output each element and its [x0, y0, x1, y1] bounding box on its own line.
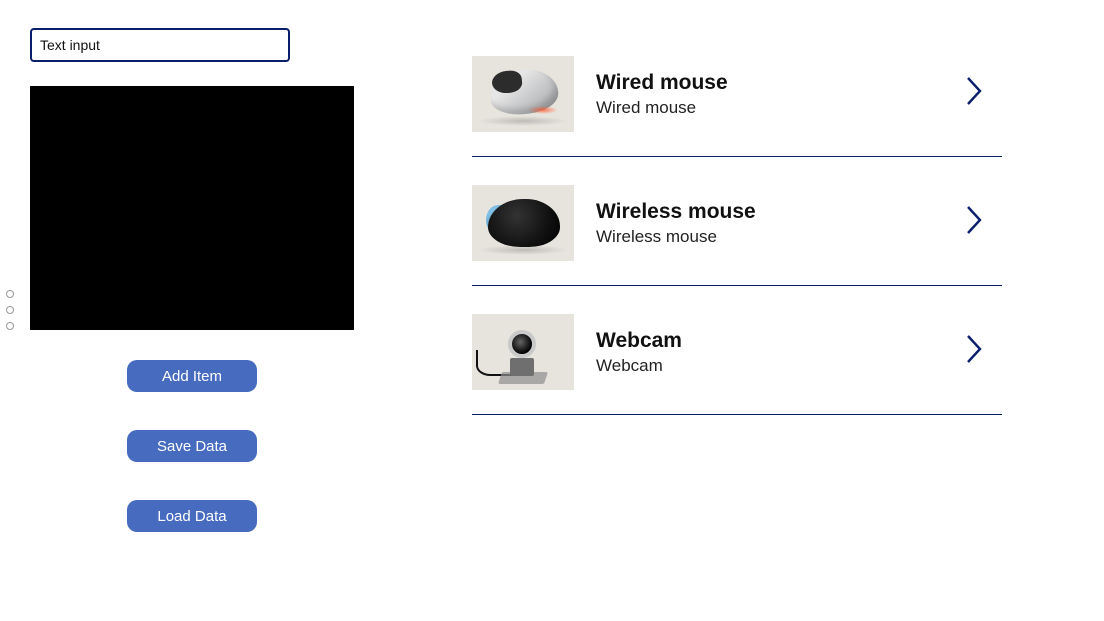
webcam-thumb — [472, 314, 574, 390]
page-dot[interactable] — [6, 290, 14, 298]
item-subtitle: Webcam — [596, 356, 1002, 376]
preview-image — [30, 86, 354, 330]
list-item[interactable]: Webcam Webcam — [472, 314, 1002, 415]
list-item[interactable]: Wired mouse Wired mouse — [472, 56, 1002, 157]
chevron-right-icon — [964, 332, 986, 371]
item-title: Wireless mouse — [596, 199, 1002, 225]
page-dot[interactable] — [6, 306, 14, 314]
item-subtitle: Wireless mouse — [596, 227, 1002, 247]
item-list: Wired mouse Wired mouse Wireless mouse W… — [472, 56, 1002, 443]
button-stack: Add Item Save Data Load Data — [30, 360, 354, 532]
chevron-right-icon — [964, 203, 986, 242]
wired-mouse-thumb — [472, 56, 574, 132]
list-item[interactable]: Wireless mouse Wireless mouse — [472, 185, 1002, 286]
chevron-right-icon — [964, 74, 986, 113]
item-text: Wired mouse Wired mouse — [596, 70, 1002, 118]
add-item-button[interactable]: Add Item — [127, 360, 257, 392]
load-data-button[interactable]: Load Data — [127, 500, 257, 532]
item-subtitle: Wired mouse — [596, 98, 1002, 118]
item-title: Wired mouse — [596, 70, 1002, 96]
text-input[interactable] — [30, 28, 290, 62]
left-panel: Add Item Save Data Load Data — [30, 28, 370, 532]
item-text: Webcam Webcam — [596, 328, 1002, 376]
item-title: Webcam — [596, 328, 1002, 354]
page-indicator-dots — [6, 290, 14, 330]
item-text: Wireless mouse Wireless mouse — [596, 199, 1002, 247]
wireless-mouse-thumb — [472, 185, 574, 261]
page-dot[interactable] — [6, 322, 14, 330]
save-data-button[interactable]: Save Data — [127, 430, 257, 462]
